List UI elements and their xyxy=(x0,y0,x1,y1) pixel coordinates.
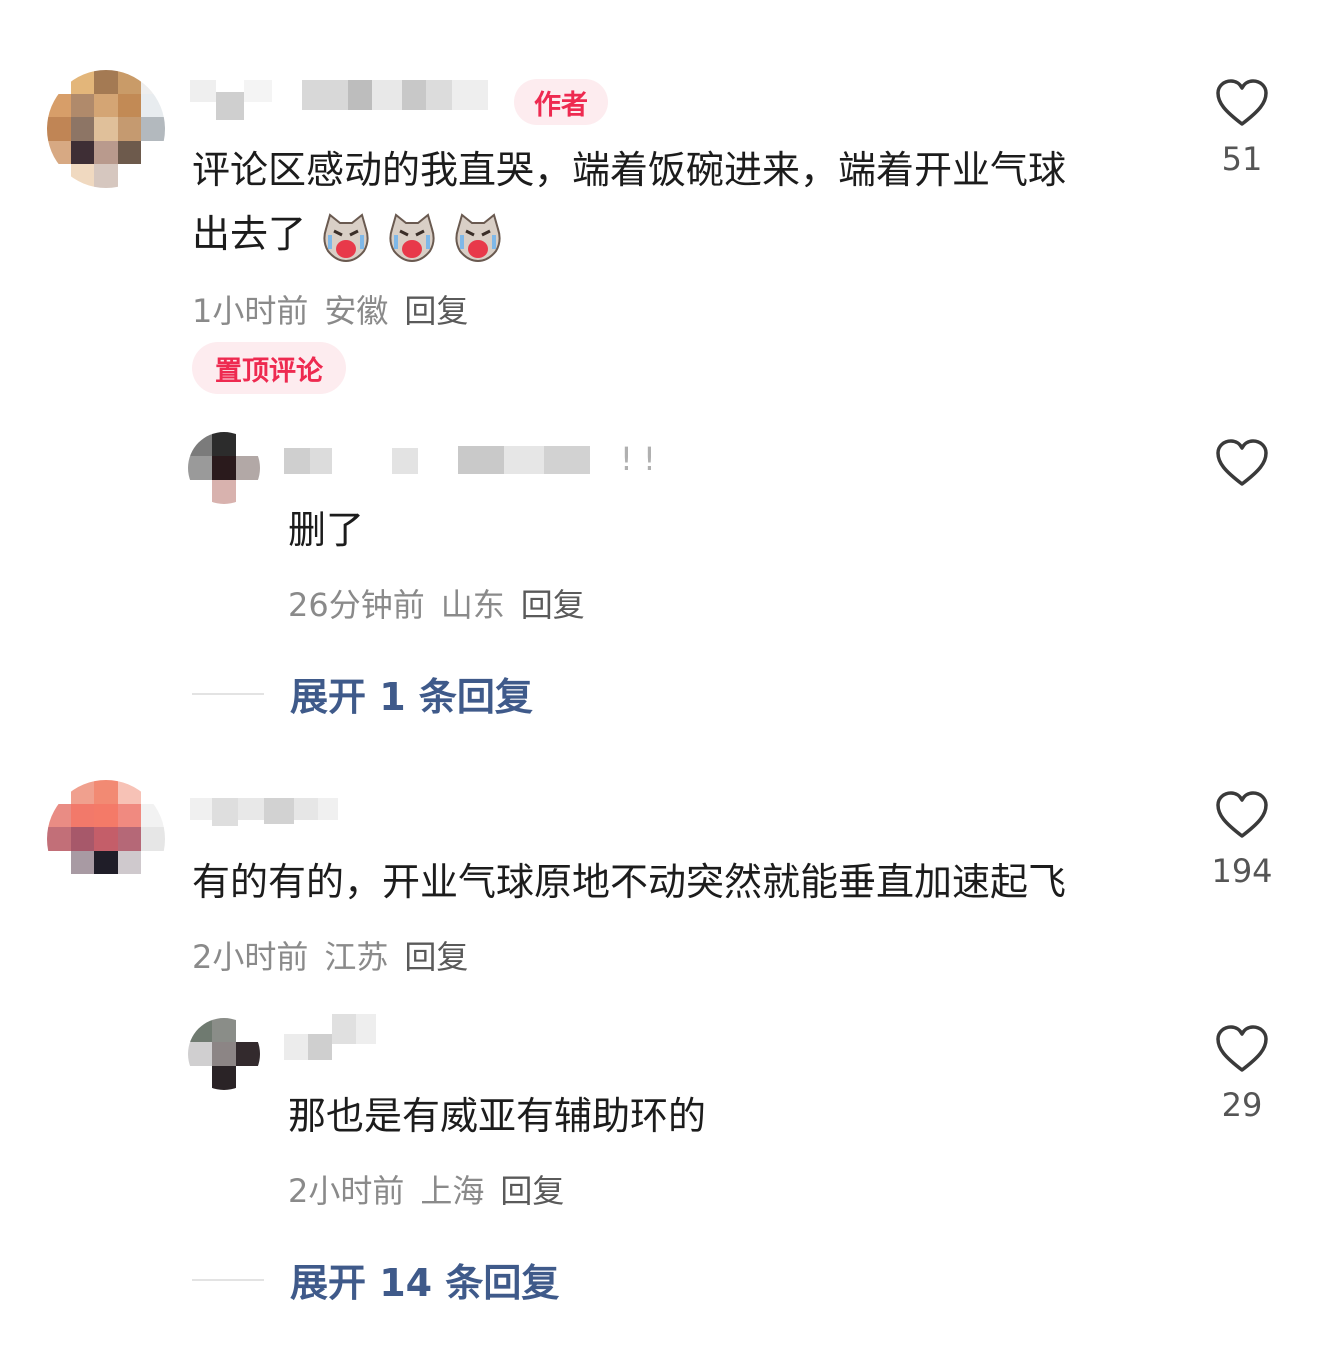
reply-1-like-button[interactable] xyxy=(1210,438,1274,488)
reply-2-like-button[interactable]: 29 xyxy=(1210,1024,1274,1124)
comment-1-like-count: 51 xyxy=(1221,140,1263,178)
reply-1-text: 删了 xyxy=(288,508,365,552)
reply-2-location: 上海 xyxy=(420,1172,485,1210)
crying-cat-emoji xyxy=(455,212,501,262)
expand-replies-2-label: 展开 14 条回复 xyxy=(290,1261,560,1305)
reply-2-time: 2小时前 xyxy=(288,1172,405,1210)
comment-1-avatar[interactable] xyxy=(47,70,165,188)
expand-replies-1[interactable]: 展开 1 条回复 xyxy=(192,666,533,721)
comment-1-text-line2: 出去了 xyxy=(192,202,1066,266)
comment-1-meta: 1小时前 安徽 回复 xyxy=(192,286,468,332)
reply-2-avatar[interactable] xyxy=(188,1018,260,1090)
comment-1-location: 安徽 xyxy=(324,292,389,330)
heart-outline-icon xyxy=(1216,791,1268,838)
reply-1-username-blurred[interactable] xyxy=(284,446,590,474)
reply-1-meta: 26分钟前 山东 回复 xyxy=(288,580,585,626)
reply-2-username-blurred[interactable] xyxy=(284,1014,376,1060)
comment-2-text: 有的有的，开业气球原地不动突然就能垂直加速起飞 xyxy=(192,860,1067,904)
expand-replies-1-label: 展开 1 条回复 xyxy=(290,675,533,719)
reply-2-meta: 2小时前 上海 回复 xyxy=(288,1166,564,1212)
comment-2-username-blurred[interactable] xyxy=(190,798,338,826)
divider-line xyxy=(192,692,264,695)
comment-2-time: 2小时前 xyxy=(192,938,309,976)
crying-cat-emoji xyxy=(389,212,435,262)
reply-2-reply-button[interactable]: 回复 xyxy=(500,1166,564,1212)
comment-1-reply-button[interactable]: 回复 xyxy=(404,286,468,332)
author-tag: 作者 xyxy=(514,79,608,125)
comment-1-text-line1: 评论区感动的我直哭，端着饭碗进来，端着开业气球 xyxy=(192,148,1067,192)
comment-2-reply-button[interactable]: 回复 xyxy=(404,932,468,978)
heart-outline-icon xyxy=(1216,79,1268,126)
comment-2-meta: 2小时前 江苏 回复 xyxy=(192,932,468,978)
comment-1-time: 1小时前 xyxy=(192,292,309,330)
heart-outline-icon xyxy=(1216,439,1268,486)
divider-line xyxy=(192,1278,264,1281)
comment-1-text: 评论区感动的我直哭，端着饭碗进来，端着开业气球 出去了 xyxy=(192,138,1066,266)
comment-1-username-blurred[interactable] xyxy=(190,80,488,120)
expand-replies-2[interactable]: 展开 14 条回复 xyxy=(192,1252,559,1307)
comment-2-like-count: 194 xyxy=(1211,852,1273,890)
comment-1-like-button[interactable]: 51 xyxy=(1210,78,1274,178)
heart-outline-icon xyxy=(1216,1025,1268,1072)
reply-2-text: 那也是有威亚有辅助环的 xyxy=(288,1094,707,1138)
crying-cat-emoji xyxy=(323,212,369,262)
reply-1-reply-button[interactable]: 回复 xyxy=(521,580,585,626)
comment-2-avatar[interactable] xyxy=(47,780,165,898)
reply-2-like-count: 29 xyxy=(1221,1086,1263,1124)
pinned-comment-badge: 置顶评论 xyxy=(192,342,346,394)
reply-1-username-suffix: ! ! xyxy=(620,440,656,478)
comment-2-location: 江苏 xyxy=(324,938,389,976)
reply-1-avatar[interactable] xyxy=(188,432,260,504)
reply-1-time: 26分钟前 xyxy=(288,586,425,624)
reply-1-location: 山东 xyxy=(440,586,505,624)
comment-2-like-button[interactable]: 194 xyxy=(1210,790,1274,890)
